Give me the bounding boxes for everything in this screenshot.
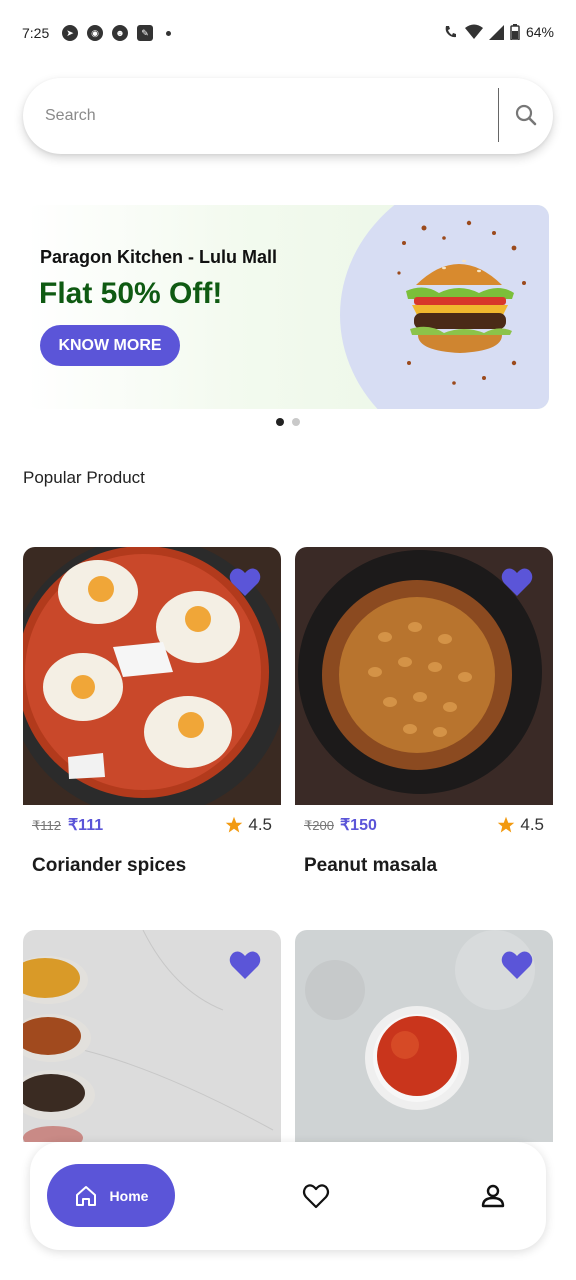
bottom-navigation: Home [30,1142,546,1250]
old-price: ₹200 [304,818,334,833]
old-price: ₹112 [32,818,61,833]
more-dot-icon [166,30,171,36]
star-icon [226,816,243,833]
banner-subtitle: Paragon Kitchen - Lulu Mall [40,247,278,267]
search-button[interactable] [503,92,549,138]
app-screen: 7:25 ➤ ◉ ☻ ✎ 64% Paragon Kitchen - [0,0,576,1280]
carousel-indicator [276,418,300,426]
favorite-heart-icon[interactable] [501,567,533,597]
price-row: ₹112 ₹111 4.5 Coriander spices [23,805,281,876]
product-image [23,547,281,805]
status-time: 7:25 [22,25,50,41]
product-image [23,930,281,1142]
product-card[interactable] [23,930,281,1142]
battery-icon [510,24,520,40]
know-more-button[interactable]: KNOW MORE [40,325,180,366]
search-divider [498,88,499,142]
system-status: 64% [443,24,554,40]
rating: 4.5 [225,815,272,835]
signal-icon [488,24,504,40]
rating: 4.5 [497,815,544,835]
nav-home-button[interactable]: Home [47,1164,175,1227]
nav-favorites-heart-icon[interactable] [302,1182,330,1210]
price-row: ₹200 ₹150 4.5 Peanut masala [295,805,553,876]
notification-icon: ✎ [137,25,153,41]
price: ₹150 [340,817,377,834]
telegram-icon: ➤ [62,25,78,41]
burger-image [397,220,526,385]
rating-value: 4.5 [520,815,544,834]
battery-percent: 64% [525,24,554,40]
search-icon [515,104,537,126]
nav-home-label: Home [109,1187,149,1204]
discord-icon: ◉ [87,25,103,41]
favorite-heart-icon[interactable] [229,950,261,980]
product-image [295,547,553,805]
call-icon [445,26,456,38]
product-card[interactable]: ₹112 ₹111 4.5 Coriander spices [23,547,281,876]
section-title: Popular Product [23,468,145,487]
product-name: Peanut masala [304,855,438,876]
favorite-heart-icon[interactable] [501,950,533,980]
carousel-dot-1[interactable] [276,418,284,426]
home-icon [75,1185,96,1206]
nav-profile-icon[interactable] [480,1182,506,1210]
search-input[interactable] [45,96,495,136]
star-icon [498,816,515,833]
product-card[interactable]: ₹200 ₹150 4.5 Peanut masala [295,547,553,876]
price: ₹111 [68,817,104,834]
notification-icons: ➤ ◉ ☻ ✎ [62,25,171,41]
favorite-heart-icon[interactable] [229,567,261,597]
carousel-dot-2[interactable] [292,418,300,426]
reddit-icon: ☻ [112,25,128,41]
product-image [295,930,553,1142]
status-bar: 7:25 ➤ ◉ ☻ ✎ 64% [0,0,576,66]
banner-title: Flat 50% Off! [39,277,223,310]
product-name: Coriander spices [32,855,187,876]
rating-value: 4.5 [248,815,272,834]
wifi-icon [464,24,483,39]
search-bar [23,78,553,154]
promo-banner[interactable]: Paragon Kitchen - Lulu Mall Flat 50% Off… [26,205,549,409]
product-card[interactable] [295,930,553,1142]
